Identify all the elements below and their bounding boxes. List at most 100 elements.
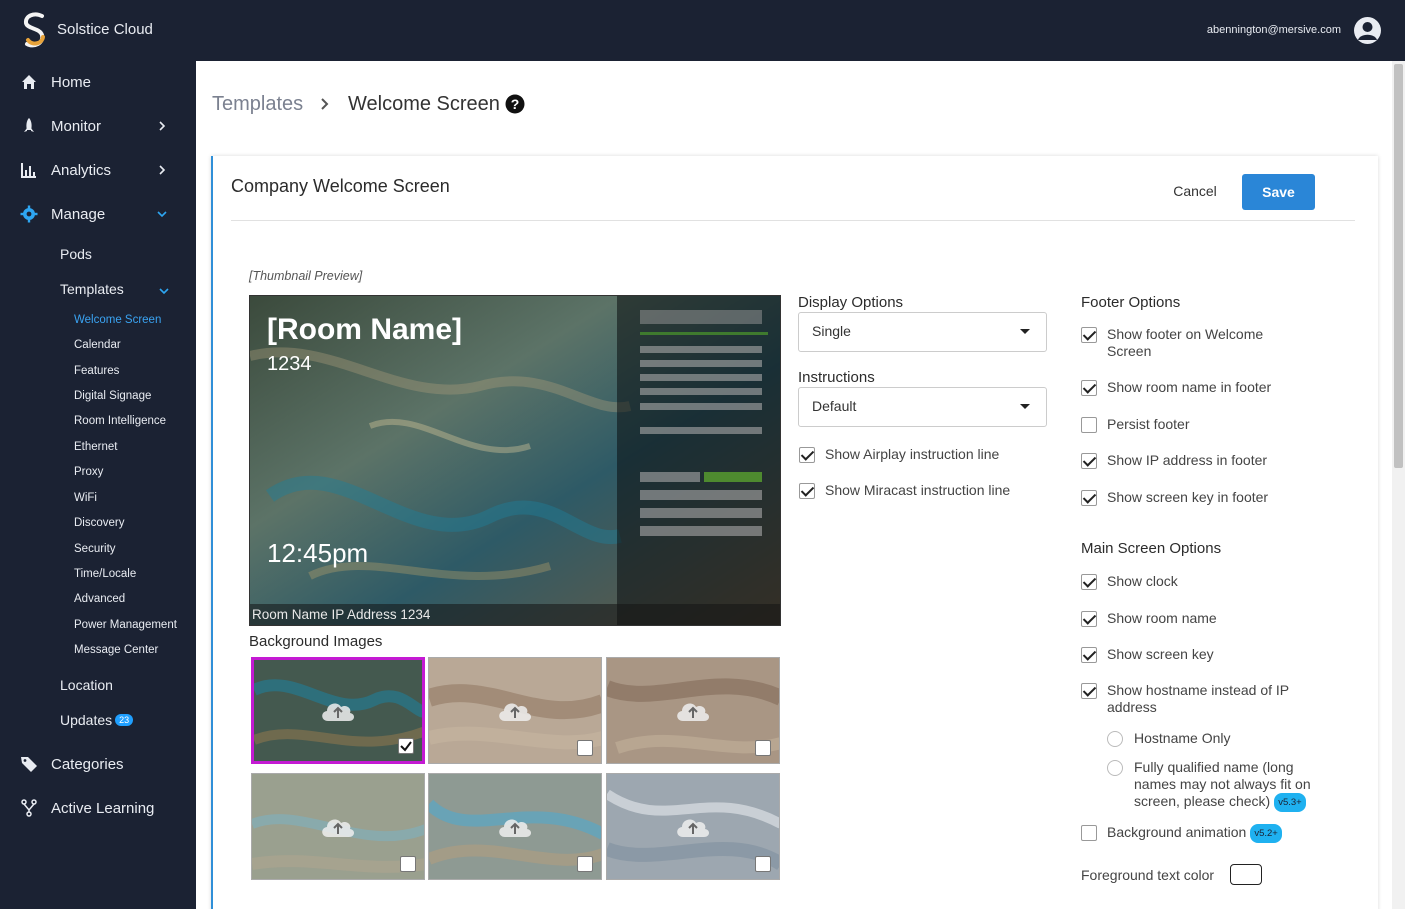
chevron-right-icon	[159, 165, 166, 175]
display-options-select[interactable]: Single	[798, 312, 1047, 352]
show-clock-checkbox[interactable]	[1081, 574, 1097, 590]
sidebar-item-digital-signage[interactable]: Digital Signage	[74, 390, 151, 402]
sidebar-item-label: Active Learning	[51, 799, 155, 817]
background-image-tile-3[interactable]	[606, 657, 780, 764]
tile-checkbox[interactable]	[755, 740, 771, 756]
show-footer-checkbox[interactable]	[1081, 327, 1097, 343]
persist-footer-label: Persist footer	[1107, 416, 1190, 432]
tile-checkbox[interactable]	[577, 740, 593, 756]
scrollbar-thumb[interactable]	[1394, 64, 1403, 468]
sidebar-item-templates[interactable]: Templates	[60, 281, 124, 297]
tile-checkbox[interactable]	[400, 856, 416, 872]
background-image-tile-1[interactable]	[251, 657, 425, 764]
hostname-only-radio[interactable]	[1107, 731, 1123, 747]
sidebar-item-advanced[interactable]: Advanced	[74, 593, 125, 605]
sidebar-item-active-learning[interactable]: Active Learning	[0, 790, 196, 826]
solstice-logo	[23, 12, 45, 48]
show-room-name-checkbox[interactable]	[1081, 611, 1097, 627]
sidebar-item-welcome-screen[interactable]: Welcome Screen	[74, 314, 161, 326]
show-screen-key-label: Show screen key	[1107, 646, 1214, 662]
sidebar-item-monitor[interactable]: Monitor	[0, 108, 196, 144]
sidebar-item-security[interactable]: Security	[74, 543, 116, 555]
preview-room-name: [Room Name]	[267, 313, 463, 346]
persist-footer-checkbox[interactable]	[1081, 417, 1097, 433]
show-hostname-label: Show hostname instead of IP address	[1107, 682, 1289, 715]
brand-name: Solstice Cloud	[57, 21, 153, 38]
miracast-instruction-checkbox[interactable]	[799, 483, 815, 499]
show-hostname-checkbox[interactable]	[1081, 683, 1097, 699]
sidebar-item-pods[interactable]: Pods	[60, 246, 92, 262]
svg-text:?: ?	[511, 96, 520, 112]
tile-checkbox[interactable]	[577, 856, 593, 872]
background-animation-checkbox[interactable]	[1081, 825, 1097, 841]
sidebar-item-location[interactable]: Location	[60, 677, 113, 693]
instructions-select[interactable]: Default	[798, 387, 1047, 427]
sidebar: Home Monitor Analytics Manage Pods Templ…	[0, 61, 196, 909]
background-image-tile-6[interactable]	[606, 773, 780, 880]
sidebar-item-home[interactable]: Home	[0, 64, 196, 100]
airplay-instruction-label: Show Airplay instruction line	[825, 446, 1000, 462]
background-animation-text: Background animation	[1107, 824, 1247, 840]
sidebar-item-categories[interactable]: Categories	[0, 746, 196, 782]
sidebar-item-updates[interactable]: Updates 23	[60, 712, 134, 728]
hostname-only-label: Hostname Only	[1134, 730, 1231, 746]
scrollbar[interactable]	[1392, 61, 1405, 909]
upload-cloud-icon[interactable]	[318, 811, 358, 841]
sidebar-item-ethernet[interactable]: Ethernet	[74, 441, 117, 453]
fully-qualified-name-radio[interactable]	[1107, 760, 1123, 776]
user-avatar-icon[interactable]	[1354, 17, 1381, 44]
background-image-tile-5[interactable]	[428, 773, 602, 880]
main-screen-options-label: Main Screen Options	[1081, 540, 1222, 557]
home-icon	[22, 75, 36, 89]
sidebar-item-message-center[interactable]: Message Center	[74, 644, 158, 656]
preview-instruction-panel	[617, 296, 780, 625]
sidebar-item-label: Updates	[60, 712, 113, 728]
sidebar-item-calendar[interactable]: Calendar	[74, 339, 121, 351]
sidebar-item-wifi[interactable]: WiFi	[74, 492, 97, 504]
sidebar-item-proxy[interactable]: Proxy	[74, 466, 103, 478]
tile-checkbox[interactable]	[398, 738, 414, 754]
tile-checkbox[interactable]	[755, 856, 771, 872]
background-image-tile-2[interactable]	[428, 657, 602, 764]
save-button[interactable]: Save	[1242, 174, 1315, 210]
caret-down-icon	[1020, 329, 1030, 334]
upload-cloud-icon[interactable]	[495, 695, 535, 725]
footer-screen-key-label: Show screen key in footer	[1107, 489, 1269, 505]
background-image-tile-4[interactable]	[251, 773, 425, 880]
preview-screen-key: 1234	[267, 353, 312, 375]
sidebar-item-label: Home	[51, 73, 92, 91]
footer-options-label: Footer Options	[1081, 294, 1181, 311]
preview-clock: 12:45pm	[267, 538, 369, 568]
show-screen-key-checkbox[interactable]	[1081, 647, 1097, 663]
sidebar-item-analytics[interactable]: Analytics	[0, 152, 196, 188]
footer-ip-address-label: Show IP address in footer	[1107, 452, 1268, 468]
version-badge: v5.2+	[1250, 824, 1282, 843]
footer-screen-key-checkbox[interactable]	[1081, 490, 1097, 506]
user-email[interactable]: abennington@mersive.com	[1207, 24, 1341, 36]
show-clock-label: Show clock	[1107, 573, 1178, 589]
upload-cloud-icon[interactable]	[673, 811, 713, 841]
sidebar-item-time-locale[interactable]: Time/Locale	[74, 568, 136, 580]
sidebar-item-features[interactable]: Features	[74, 365, 119, 377]
show-footer-label: Show footer on Welcome Screen	[1107, 326, 1264, 359]
upload-cloud-icon[interactable]	[495, 811, 535, 841]
breadcrumb-templates[interactable]: Templates	[212, 93, 303, 116]
sidebar-item-discovery[interactable]: Discovery	[74, 517, 124, 529]
top-bar: Solstice Cloud abennington@mersive.com	[0, 0, 1405, 61]
upload-cloud-icon[interactable]	[318, 695, 358, 725]
cancel-button[interactable]: Cancel	[1165, 174, 1225, 208]
footer-ip-address-checkbox[interactable]	[1081, 453, 1097, 469]
upload-cloud-icon[interactable]	[673, 695, 713, 725]
foreground-color-swatch[interactable]	[1230, 864, 1262, 885]
help-icon[interactable]: ?	[505, 94, 525, 114]
fully-qualified-name-label: Fully qualified name (long names may not…	[1134, 759, 1324, 812]
sidebar-item-manage[interactable]: Manage	[0, 196, 196, 232]
page-title: Welcome Screen	[348, 93, 500, 115]
airplay-instruction-checkbox[interactable]	[799, 447, 815, 463]
footer-room-name-checkbox[interactable]	[1081, 380, 1097, 396]
sidebar-item-power-management[interactable]: Power Management	[74, 619, 177, 631]
sidebar-item-room-intelligence[interactable]: Room Intelligence	[74, 415, 166, 427]
chevron-down-icon	[157, 211, 167, 218]
instructions-label: Instructions	[798, 369, 875, 386]
caret-down-icon	[1020, 404, 1030, 409]
